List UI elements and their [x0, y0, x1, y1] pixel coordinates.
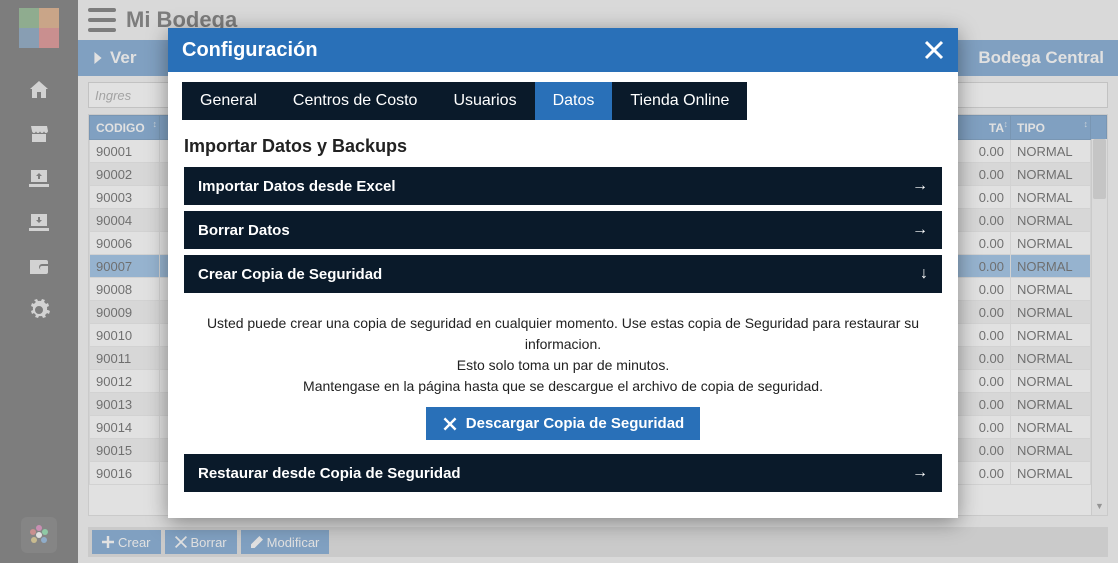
download-label: Descargar Copia de Seguridad	[466, 415, 684, 432]
accordion-label: Borrar Datos	[198, 222, 290, 239]
backup-text-3: Mantengase en la página hasta que se des…	[204, 376, 922, 397]
accordion-create-backup[interactable]: Crear Copia de Seguridad ↓	[184, 255, 942, 293]
modal-tab-tienda-online[interactable]: Tienda Online	[612, 82, 747, 120]
backup-text-1: Usted puede crear una copia de seguridad…	[204, 313, 922, 355]
arrow-right-icon: →	[912, 464, 928, 482]
download-backup-button[interactable]: Descargar Copia de Seguridad	[426, 407, 700, 440]
settings-modal: Configuración GeneralCentros de CostoUsu…	[168, 28, 958, 518]
accordion-import-excel[interactable]: Importar Datos desde Excel →	[184, 167, 942, 205]
backup-text-2: Esto solo toma un par de minutos.	[204, 355, 922, 376]
modal-tab-general[interactable]: General	[182, 82, 275, 120]
accordion-label: Crear Copia de Seguridad	[198, 266, 382, 283]
accordion-label: Restaurar desde Copia de Seguridad	[198, 465, 461, 482]
modal-tab-usuarios[interactable]: Usuarios	[435, 82, 534, 120]
modal-tabs: GeneralCentros de CostoUsuariosDatosTien…	[168, 72, 958, 120]
modal-header: Configuración	[168, 28, 958, 72]
modal-title: Configuración	[182, 39, 318, 62]
modal-tab-centros-de-costo[interactable]: Centros de Costo	[275, 82, 436, 120]
accordion-label: Importar Datos desde Excel	[198, 178, 396, 195]
accordion-delete-data[interactable]: Borrar Datos →	[184, 211, 942, 249]
arrow-right-icon: →	[912, 221, 928, 239]
arrow-down-icon: ↓	[920, 265, 928, 283]
modal-body: Importar Datos y Backups Importar Datos …	[168, 120, 958, 518]
backup-panel: Usted puede crear una copia de seguridad…	[184, 299, 942, 454]
accordion-restore-backup[interactable]: Restaurar desde Copia de Seguridad →	[184, 454, 942, 492]
modal-tab-datos[interactable]: Datos	[535, 82, 613, 120]
x-icon	[442, 416, 458, 432]
close-icon[interactable]	[924, 40, 944, 60]
section-title: Importar Datos y Backups	[184, 136, 942, 157]
arrow-right-icon: →	[912, 177, 928, 195]
